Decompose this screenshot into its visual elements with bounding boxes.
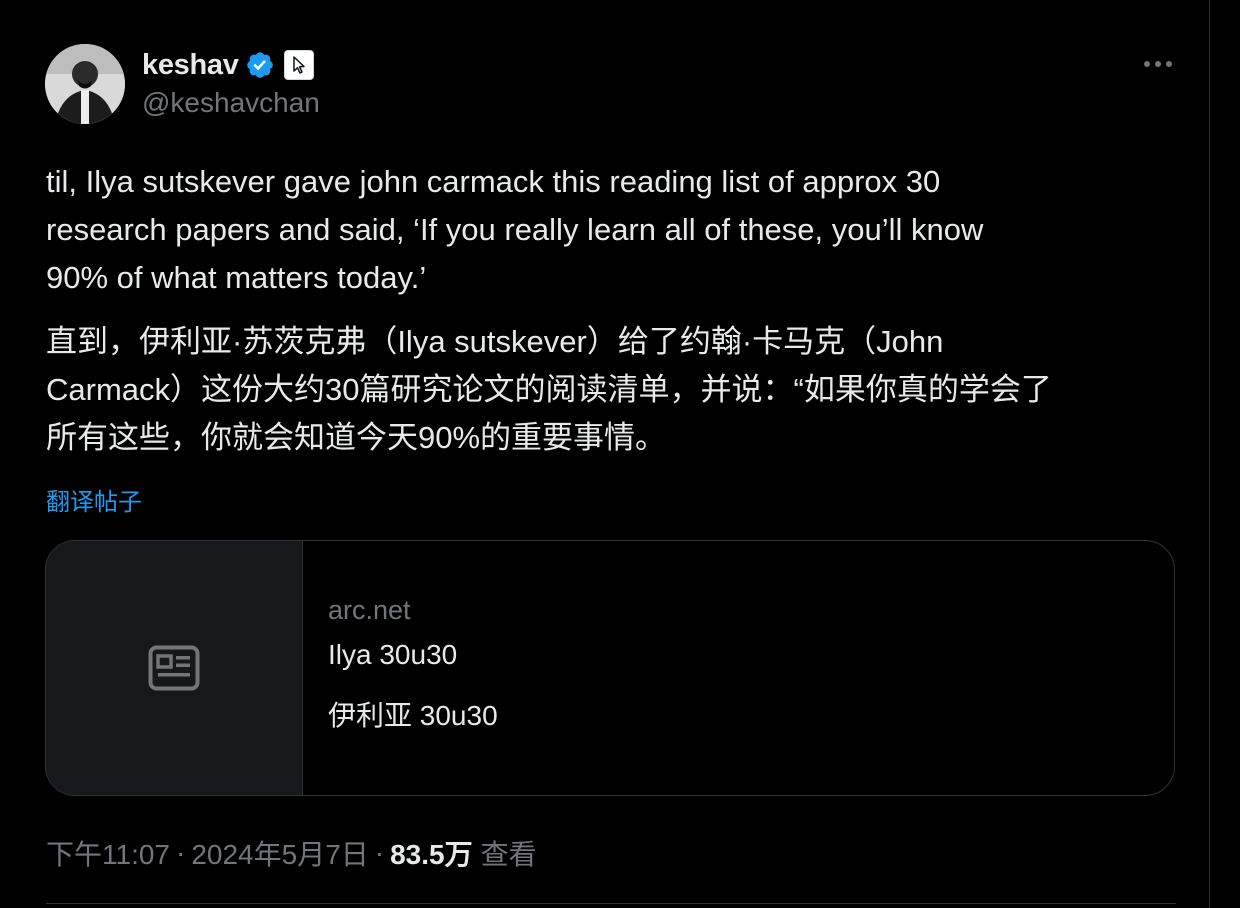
post-time[interactable]: 下午11:07 bbox=[46, 833, 170, 873]
post-text-line: 直到，伊利亚·苏茨克弗（Ilya sutskever）给了约翰·卡马克（John bbox=[46, 324, 944, 359]
verified-badge-icon[interactable] bbox=[245, 50, 275, 80]
link-card-description: 伊利亚 30u30 bbox=[328, 700, 498, 731]
link-card-title: Ilya 30u30 bbox=[328, 639, 458, 670]
link-card-thumbnail bbox=[46, 541, 303, 795]
post-metadata: 下午11:07 · 2024年5月7日 · 83.5万 查看 bbox=[46, 833, 537, 873]
post-text-english: til, Ilya sutskever gave john carmack th… bbox=[46, 158, 1166, 302]
link-card-domain: arc.net bbox=[328, 595, 411, 625]
avatar[interactable] bbox=[45, 44, 125, 124]
post-text-line: til, Ilya sutskever gave john carmack th… bbox=[46, 164, 941, 199]
more-dots-icon bbox=[1144, 61, 1172, 67]
post-date[interactable]: 2024年5月7日 bbox=[191, 833, 368, 873]
column-border bbox=[1209, 0, 1210, 908]
link-card-body: arc.net Ilya 30u30 伊利亚 30u30 bbox=[303, 541, 1174, 795]
post-text-line: 所有这些，你就会知道今天90%的重要事情。 bbox=[46, 420, 667, 455]
post-text-line: research papers and said, ‘If you really… bbox=[46, 212, 984, 247]
affiliate-cursor-icon[interactable] bbox=[283, 50, 314, 80]
display-name[interactable]: keshav bbox=[142, 49, 239, 82]
avatar-photo bbox=[45, 44, 125, 124]
divider bbox=[46, 903, 1176, 904]
views-count: 83.5万 bbox=[390, 839, 473, 870]
post-text-translation: 直到，伊利亚·苏茨克弗（Ilya sutskever）给了约翰·卡马克（John… bbox=[46, 318, 1176, 462]
meta-separator: · bbox=[374, 837, 385, 868]
meta-separator: · bbox=[176, 837, 186, 868]
post-text-line: Carmack）这份大约30篇研究论文的阅读清单，并说：“如果你真的学会了 bbox=[46, 372, 1052, 407]
more-options-button[interactable] bbox=[1140, 50, 1176, 78]
post-text-line: 90% of what matters today.’ bbox=[46, 260, 427, 295]
post: keshav @keshavchan til, Ilya sutskever g… bbox=[0, 0, 1209, 908]
author-row: keshav bbox=[142, 46, 314, 84]
link-preview-card[interactable]: arc.net Ilya 30u30 伊利亚 30u30 bbox=[45, 540, 1175, 796]
author-handle[interactable]: @keshavchan bbox=[142, 87, 320, 119]
views-label: 查看 bbox=[480, 839, 537, 870]
translate-post-link[interactable]: 翻译帖子 bbox=[46, 482, 142, 517]
article-icon bbox=[148, 645, 200, 691]
